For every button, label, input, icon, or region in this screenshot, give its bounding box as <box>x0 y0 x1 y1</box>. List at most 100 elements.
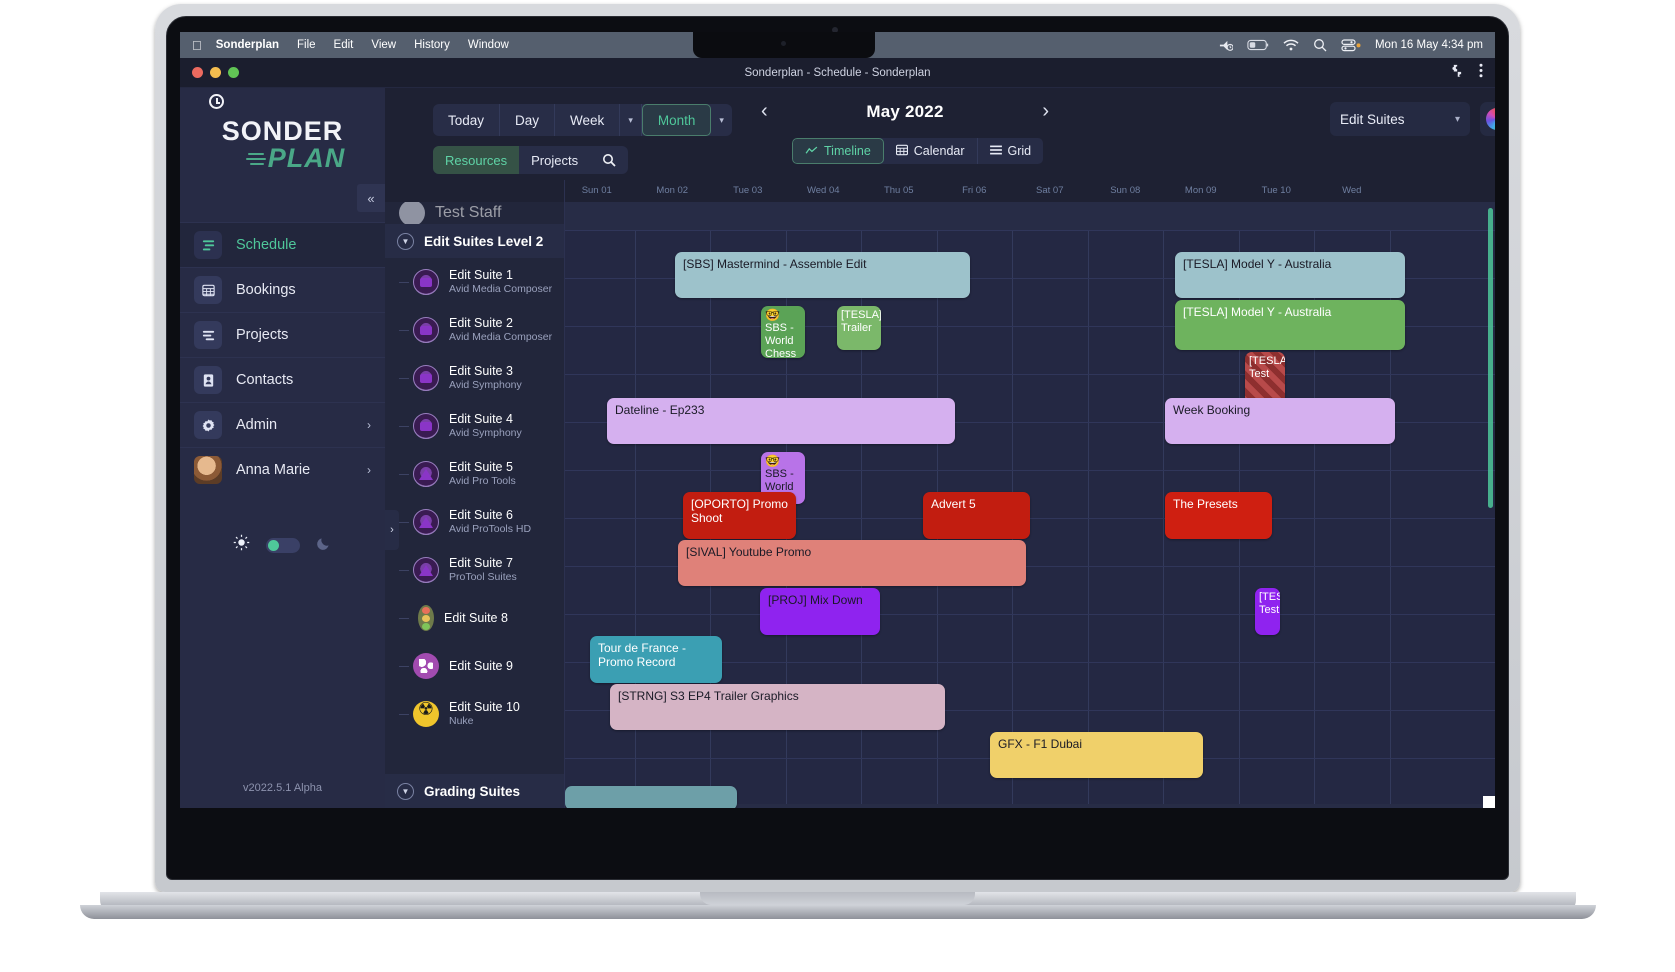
color-wheel-button[interactable] <box>1480 102 1495 136</box>
apple-icon[interactable]:  <box>192 39 202 52</box>
resource-select[interactable]: Edit Suites ▾ <box>1330 102 1470 136</box>
sidebar-expand-handle[interactable]: › <box>385 510 399 550</box>
resource-row[interactable]: Edit Suite 10Nuke <box>385 690 565 738</box>
moon-icon[interactable] <box>316 535 332 556</box>
sidebar-item-contacts[interactable]: Contacts <box>180 357 385 402</box>
window-title: Sonderplan - Schedule - Sonderplan <box>744 66 931 79</box>
booking-title: The Presets <box>1173 497 1238 511</box>
resource-row[interactable]: Edit Suite 4 Avid Symphony <box>385 402 565 450</box>
tab-timeline[interactable]: Timeline <box>792 138 884 164</box>
menu-item-view[interactable]: View <box>371 39 396 51</box>
wifi-icon[interactable] <box>1283 39 1299 51</box>
booking-block[interactable]: [TESLA] Model Y - Australia <box>1175 300 1405 350</box>
resource-group-header-2[interactable]: ▼ Grading Suites <box>385 774 565 808</box>
resource-row[interactable]: Edit Suite 7 ProTool Suites <box>385 546 565 594</box>
booking-block[interactable]: [TESLA] Trailer <box>837 306 881 350</box>
chevron-left-icon[interactable]: ‹ <box>755 100 774 123</box>
gear-icon <box>194 411 222 439</box>
menu-item-window[interactable]: Window <box>468 39 509 51</box>
resource-row-partial[interactable]: Test Staff <box>385 202 565 224</box>
booking-block[interactable]: 🤓SBS - World Chess <box>761 306 805 358</box>
search-icon[interactable] <box>1313 38 1327 52</box>
resource-row[interactable]: Edit Suite 6 Avid ProTools HD <box>385 498 565 546</box>
booking-block[interactable]: The Presets <box>1165 492 1272 539</box>
logo-sonder-text: SONDER <box>221 116 344 146</box>
resource-name: Edit Suite 9 <box>449 658 513 673</box>
search-icon[interactable] <box>590 146 628 174</box>
booking-block[interactable]: Advert 5 <box>923 492 1030 539</box>
grid-line-horizontal <box>565 374 1495 375</box>
menu-item-edit[interactable]: Edit <box>334 39 354 51</box>
sidebar-item-bookings[interactable]: Bookings <box>180 267 385 312</box>
menu-item-file[interactable]: File <box>297 39 316 51</box>
resource-row[interactable]: Edit Suite 2 Avid Media Composer <box>385 306 565 354</box>
today-button[interactable]: Today <box>433 104 501 136</box>
resource-text: Edit Suite 2 Avid Media Composer <box>449 316 552 344</box>
tab-label: Calendar <box>913 144 965 158</box>
resource-name: Edit Suite 10 <box>449 700 520 714</box>
booking-block[interactable]: Dateline - Ep233 <box>607 398 955 444</box>
week-button[interactable]: Week <box>555 104 621 136</box>
booking-block[interactable]: Week Booking <box>1165 398 1395 444</box>
week-dropdown-caret-icon[interactable]: ▾ <box>620 104 642 136</box>
resource-row[interactable]: Edit Suite 8 <box>385 594 565 642</box>
menu-item-sonderplan[interactable]: Sonderplan <box>216 39 279 51</box>
booking-emoji-icon: 🤓 <box>765 454 780 468</box>
sidebar-item-admin[interactable]: Admin › <box>180 402 385 447</box>
booking-block[interactable]: [STRNG] S3 EP4 Trailer Graphics <box>610 684 945 730</box>
close-button[interactable] <box>192 67 203 78</box>
booking-block[interactable]: [SBS] Mastermind - Assemble Edit <box>675 252 970 298</box>
battery-icon[interactable] <box>1247 39 1269 51</box>
logo-speed-lines-icon <box>245 152 268 167</box>
resize-corner[interactable] <box>1483 796 1495 808</box>
chevron-right-icon: › <box>367 463 371 477</box>
avid-media-composer-icon <box>413 317 439 343</box>
booking-block[interactable]: [SIVAL] Youtube Promo <box>678 540 1026 586</box>
tab-calendar[interactable]: Calendar <box>884 138 978 164</box>
sidebar-item-account[interactable]: Anna Marie › <box>180 447 385 492</box>
booking-block[interactable]: [TESLA] Model Y - Australia <box>1175 252 1405 298</box>
resource-group-header[interactable]: ▼ Edit Suites Level 2 <box>385 224 565 258</box>
booking-block[interactable]: GFX - F1 Dubai <box>990 732 1203 778</box>
vertical-scrollbar[interactable] <box>1488 208 1493 508</box>
minimize-button[interactable] <box>210 67 221 78</box>
control-center-icon[interactable] <box>1218 39 1233 52</box>
sun-icon[interactable] <box>233 534 250 556</box>
resource-row[interactable]: Edit Suite 5 Avid Pro Tools <box>385 450 565 498</box>
sidebar-item-schedule[interactable]: Schedule <box>180 222 385 267</box>
booking-title: [STRNG] S3 EP4 Trailer Graphics <box>618 689 799 703</box>
schedule-icon <box>194 231 222 259</box>
sidebar-item-projects[interactable]: Projects <box>180 312 385 357</box>
projects-tab[interactable]: Projects <box>519 146 590 174</box>
month-dropdown-caret-icon[interactable]: ▾ <box>711 104 732 136</box>
booking-block[interactable]: [TESLA] Test <box>1255 588 1280 635</box>
chevron-right-icon[interactable]: › <box>1036 100 1055 123</box>
resources-tab[interactable]: Resources <box>433 146 520 174</box>
sidebar-collapse-button[interactable]: « <box>357 184 385 212</box>
booking-block[interactable]: [PROJ] Mix Down <box>760 588 880 635</box>
booking-block[interactable]: [TESLA] Test <box>1245 352 1285 404</box>
date-column-header: Fri 06 <box>962 185 987 196</box>
booking-block[interactable]: [OPORTO] Promo Shoot <box>683 492 796 539</box>
date-column-header: Mon 02 <box>656 185 689 196</box>
puzzle-icon[interactable] <box>1448 63 1463 83</box>
maximize-button[interactable] <box>228 67 239 78</box>
booking-title: GFX - F1 Dubai <box>998 737 1083 751</box>
resource-row[interactable]: Edit Suite 9 <box>385 642 565 690</box>
resource-row[interactable]: Edit Suite 1 Avid Media Composer <box>385 258 565 306</box>
menubar-clock[interactable]: Mon 16 May 4:34 pm <box>1375 39 1483 51</box>
tab-grid[interactable]: Grid <box>978 138 1044 164</box>
kebab-menu-icon[interactable] <box>1479 63 1483 83</box>
resource-row[interactable]: Edit Suite 3 Avid Symphony <box>385 354 565 402</box>
chevron-down-icon[interactable]: ▼ <box>397 232 414 250</box>
day-button[interactable]: Day <box>500 104 556 136</box>
display-icon[interactable] <box>1341 38 1361 52</box>
timeline-canvas[interactable]: Sun 01 Mon 02 Tue 03 Wed 04 Thu 05 Fri 06 Sat … <box>565 180 1495 808</box>
theme-toggle[interactable] <box>266 537 300 553</box>
menu-item-history[interactable]: History <box>414 39 450 51</box>
booking-block[interactable] <box>565 786 737 808</box>
chevron-down-icon[interactable]: ▼ <box>397 782 414 800</box>
resource-name: Test Staff <box>435 204 502 221</box>
month-button[interactable]: Month <box>641 104 712 136</box>
booking-block[interactable]: Tour de France - Promo Record <box>590 636 722 683</box>
